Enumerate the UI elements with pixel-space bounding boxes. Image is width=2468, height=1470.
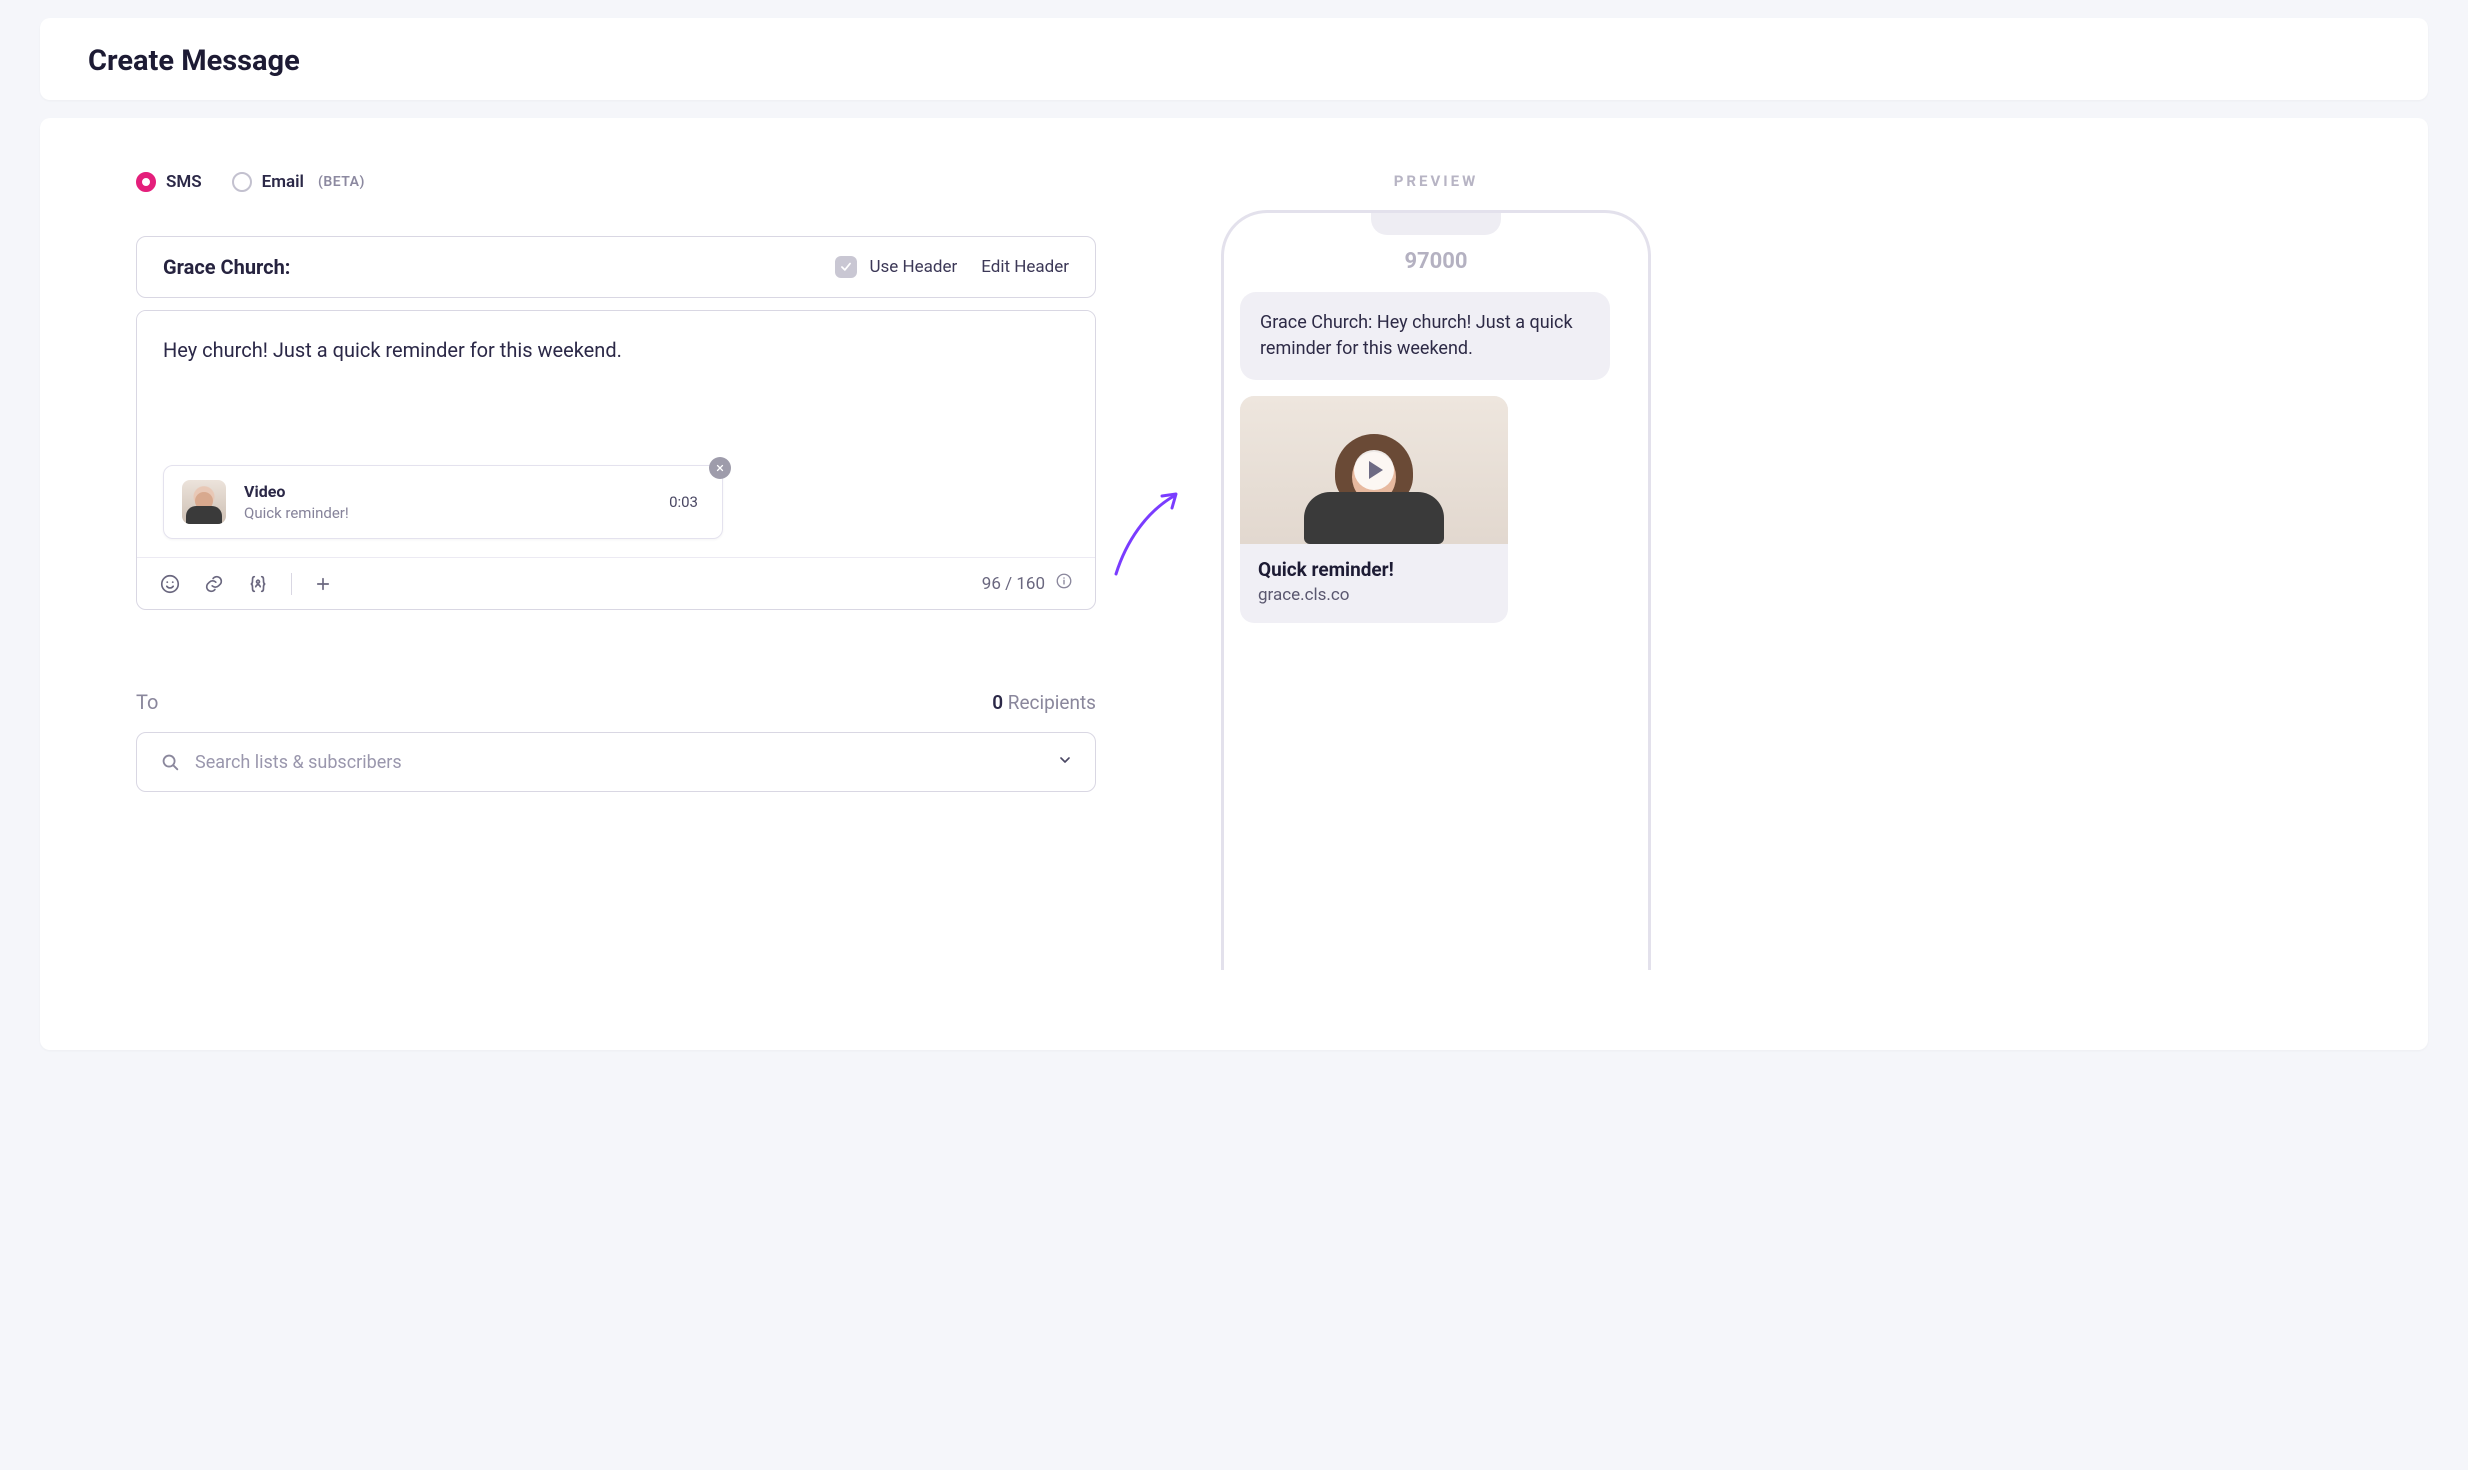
phone-preview: 97000 Grace Church: Hey church! Just a q… — [1221, 210, 1651, 970]
main-panel: SMS Email (BETA) Grace Church: Use Heade… — [40, 118, 2428, 1050]
add-icon[interactable] — [314, 575, 332, 593]
recipients-search[interactable] — [136, 732, 1096, 792]
toolbar-divider — [291, 573, 292, 595]
checkbox-checked-icon — [835, 256, 857, 278]
info-icon[interactable] — [1055, 572, 1073, 595]
recipients-count: 0 — [992, 691, 1003, 714]
emoji-icon[interactable] — [159, 573, 181, 595]
character-counter: 96 / 160 — [982, 574, 1045, 594]
merge-field-icon[interactable] — [247, 573, 269, 595]
channel-sms-label: SMS — [166, 172, 202, 192]
page-title: Create Message — [88, 44, 2380, 78]
preview-sender-number: 97000 — [1240, 243, 1632, 292]
message-header-row: Grace Church: Use Header Edit Header — [136, 236, 1096, 298]
channel-sms[interactable]: SMS — [136, 172, 202, 192]
header-name: Grace Church: — [163, 255, 290, 279]
page-header: Create Message — [40, 18, 2428, 100]
beta-badge: (BETA) — [318, 174, 365, 190]
message-textarea[interactable] — [137, 311, 1095, 461]
composer-toolbar: 96 / 160 — [137, 557, 1095, 609]
recipients-label: Recipients — [1008, 691, 1096, 714]
radio-unselected-icon — [232, 172, 252, 192]
preview-text-bubble: Grace Church: Hey church! Just a quick r… — [1240, 292, 1610, 380]
edit-header-link[interactable]: Edit Header — [981, 257, 1069, 277]
radio-selected-icon — [136, 172, 156, 192]
search-icon — [159, 751, 181, 773]
recipients-search-input[interactable] — [195, 752, 1043, 773]
arrow-icon — [1108, 482, 1188, 586]
attachment-duration: 0:03 — [669, 493, 698, 511]
attachment-thumbnail — [182, 480, 226, 524]
channel-email-label: Email — [262, 172, 304, 192]
attachment-type-label: Video — [244, 482, 651, 501]
use-header-toggle[interactable]: Use Header — [835, 256, 957, 278]
message-composer: Video Quick reminder! 0:03 — [136, 310, 1096, 610]
attachment-card[interactable]: Video Quick reminder! 0:03 — [163, 465, 723, 539]
play-icon — [1354, 450, 1394, 490]
attachment-caption: Quick reminder! — [244, 504, 651, 522]
chevron-down-icon[interactable] — [1057, 752, 1073, 772]
recipients-section: To 0 Recipients — [136, 690, 1096, 792]
preview-label: PREVIEW — [1186, 172, 1686, 190]
preview-card-title: Quick reminder! — [1258, 558, 1490, 581]
to-label: To — [136, 690, 158, 714]
preview-link-card: Quick reminder! grace.cls.co — [1240, 396, 1508, 623]
preview-video-thumb — [1240, 396, 1508, 544]
preview-card-link: grace.cls.co — [1258, 585, 1490, 605]
attachment-remove-button[interactable] — [709, 457, 731, 479]
channel-selector: SMS Email (BETA) — [136, 172, 1096, 192]
use-header-label: Use Header — [869, 257, 957, 277]
link-icon[interactable] — [203, 573, 225, 595]
recipients-count-wrap: 0 Recipients — [992, 691, 1096, 714]
phone-notch — [1371, 213, 1501, 235]
channel-email[interactable]: Email (BETA) — [232, 172, 365, 192]
